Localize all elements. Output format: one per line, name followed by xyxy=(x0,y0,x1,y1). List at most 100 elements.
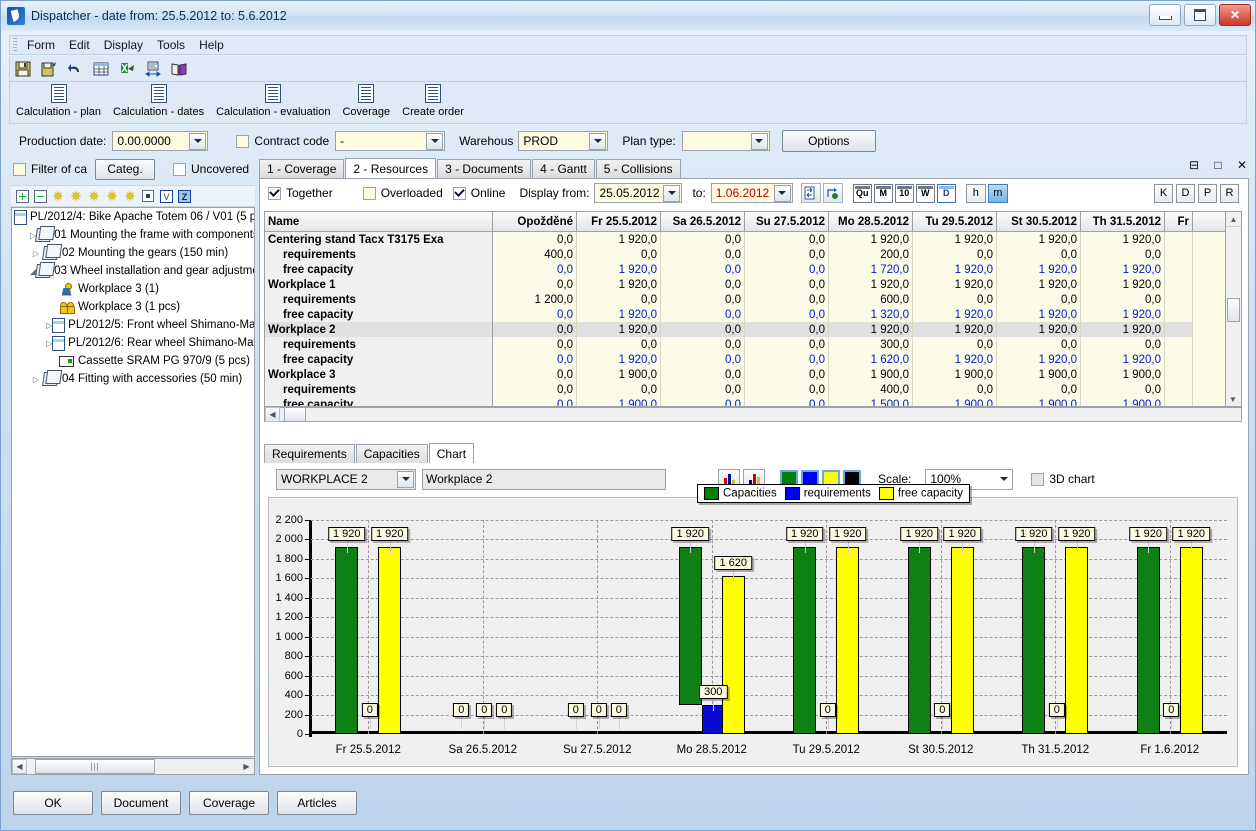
filter-of-ca-checkbox[interactable] xyxy=(13,162,26,176)
chevron-down-icon[interactable] xyxy=(397,470,414,488)
scroll-thumb[interactable]: ||| xyxy=(35,759,155,774)
tree-item[interactable]: Cassette SRAM PG 970/9 (5 pcs) xyxy=(12,352,254,370)
grid-column-header[interactable]: Name xyxy=(265,212,493,231)
tab-chart[interactable]: Chart xyxy=(428,443,475,463)
calculation-plan-button[interactable]: Calculation - plan xyxy=(10,82,107,118)
menu-item-edit[interactable]: Edit xyxy=(62,36,97,54)
maximize-button[interactable] xyxy=(1184,4,1216,26)
star-new-icon[interactable]: ✷ xyxy=(122,188,138,204)
create-order-button[interactable]: Create order xyxy=(396,82,470,118)
calculation-evaluation-button[interactable]: Calculation - evaluation xyxy=(210,82,336,118)
table-row[interactable]: free capacity 0,0 1 920,0 0,0 0,0 1 320,0 1 92… xyxy=(265,307,1241,322)
tree-horizontal-scrollbar[interactable]: ◀ ||| ▶ xyxy=(11,758,255,775)
menu-item-help[interactable]: Help xyxy=(192,36,231,54)
grid-column-header[interactable]: Fr 25.5.2012 xyxy=(577,212,661,231)
scroll-down-arrow[interactable]: ▼ xyxy=(1226,392,1240,406)
save-as-icon[interactable] xyxy=(37,58,61,80)
table-row[interactable]: free capacity 0,0 1 920,0 0,0 0,0 1 720,0 1 92… xyxy=(265,262,1241,277)
chevron-down-icon[interactable] xyxy=(589,132,607,150)
tree-item[interactable]: ▷ PL/2012/6: Rear wheel Shimano-Mav xyxy=(12,334,254,352)
table-row[interactable]: requirements 0,0 0,0 0,0 0,0 400,0 0,0 0,0 0,0 xyxy=(265,382,1241,397)
action-button-k[interactable]: K xyxy=(1154,183,1173,203)
table-row[interactable]: requirements 0,0 0,0 0,0 0,0 300,0 0,0 0,0 0,0 xyxy=(265,337,1241,352)
star-add-icon[interactable]: ✷ xyxy=(68,188,84,204)
tree-item[interactable]: ◢ 03 Wheel installation and gear adjustme… xyxy=(12,262,254,280)
minimize-button[interactable] xyxy=(1149,4,1181,26)
scroll-up-arrow[interactable]: ▲ xyxy=(1226,212,1241,227)
expand-all-icon[interactable] xyxy=(14,188,30,204)
tab-5-collisions[interactable]: 5 - Collisions xyxy=(595,159,681,178)
display-from-combo[interactable]: 25.05.2012 xyxy=(594,183,683,203)
table-row[interactable]: free capacity 0,0 1 920,0 0,0 0,0 1 620,0 1 92… xyxy=(265,352,1241,367)
together-checkbox[interactable] xyxy=(268,186,281,200)
period-button-w[interactable]: W xyxy=(915,183,935,203)
menu-item-form[interactable]: Form xyxy=(20,36,62,54)
menu-item-tools[interactable]: Tools xyxy=(150,36,192,54)
period-button-10[interactable]: 10 xyxy=(894,183,914,203)
scroll-right-arrow[interactable]: ▶ xyxy=(239,759,254,774)
close-button[interactable]: ✕ xyxy=(1219,4,1251,26)
table-row[interactable]: Workplace 2 0,0 1 920,0 0,0 0,0 1 920,0 1 920,… xyxy=(265,322,1241,337)
export-excel-icon[interactable] xyxy=(115,58,139,80)
scroll-thumb[interactable] xyxy=(1227,298,1240,322)
tree-item[interactable]: ▷ 02 Mounting the gears (150 min) xyxy=(12,244,254,262)
coverage-button-bottom[interactable]: Coverage xyxy=(189,791,269,815)
table-row[interactable]: Workplace 3 0,0 1 900,0 0,0 0,0 1 900,0 1 900,… xyxy=(265,367,1241,382)
production-date-combo[interactable]: 0.00.0000 xyxy=(112,131,209,151)
collapse-all-icon[interactable] xyxy=(32,188,48,204)
table-row[interactable]: requirements 400,0 0,0 0,0 0,0 200,0 0,0 0,0 0,0 xyxy=(265,247,1241,262)
articles-button[interactable]: Articles xyxy=(277,791,357,815)
restore-icon[interactable]: ⊟ xyxy=(1187,158,1201,172)
book-icon[interactable] xyxy=(167,58,191,80)
ok-button[interactable]: OK xyxy=(13,791,93,815)
table-row[interactable]: Centering stand Tacx T3175 Exa 0,0 1 920,0… xyxy=(265,232,1241,247)
tree-item[interactable]: Workplace 3 (1 pcs) xyxy=(12,298,254,316)
chevron-down-icon[interactable] xyxy=(189,132,207,150)
scroll-left-arrow[interactable]: ◀ xyxy=(265,407,280,422)
workplace-select[interactable]: WORKPLACE 2 xyxy=(276,468,416,490)
online-checkbox[interactable] xyxy=(452,186,466,200)
tree-item[interactable]: PL/2012/4: Bike Apache Totem 06 / V01 (5… xyxy=(12,208,254,226)
contract-code-checkbox[interactable] xyxy=(236,134,250,148)
star-icon[interactable]: ✷ xyxy=(50,188,66,204)
undo-icon[interactable] xyxy=(63,58,87,80)
refresh-icon[interactable] xyxy=(800,183,821,203)
table-row[interactable]: free capacity 0,0 1 900,0 0,0 0,0 1 500,0 1 90… xyxy=(265,397,1241,406)
grid-horizontal-scrollbar[interactable]: ◀ xyxy=(264,407,1242,422)
plan-type-combo[interactable] xyxy=(681,131,770,151)
calculation-dates-button[interactable]: Calculation - dates xyxy=(107,82,210,118)
coverage-button[interactable]: Coverage xyxy=(336,82,396,118)
grid-column-header[interactable]: Opožděné xyxy=(493,212,577,231)
menu-item-display[interactable]: Display xyxy=(97,36,150,54)
grid-column-header[interactable]: Sa 26.5.2012 xyxy=(661,212,745,231)
unit-button-m[interactable]: m xyxy=(987,183,1008,203)
period-button-d[interactable]: D xyxy=(936,183,956,203)
table-row[interactable]: requirements 1 200,0 0,0 0,0 0,0 600,0 0,0 0,0 0… xyxy=(265,292,1241,307)
tab-1-coverage[interactable]: 1 - Coverage xyxy=(259,159,345,178)
tab-capacities[interactable]: Capacities xyxy=(355,444,428,463)
document-button[interactable]: Document xyxy=(101,791,181,815)
grid-body[interactable]: Centering stand Tacx T3175 Exa 0,0 1 920,0… xyxy=(265,232,1241,406)
action-button-p[interactable]: P xyxy=(1198,183,1217,203)
tree-expander-icon[interactable]: ▷ xyxy=(30,249,42,258)
tree-item[interactable]: ▷ 01 Mounting the frame with components xyxy=(12,226,254,244)
fit-width-icon[interactable] xyxy=(141,58,165,80)
warehouse-combo[interactable]: PROD xyxy=(518,131,609,151)
tab-4-gantt[interactable]: 4 - Gantt xyxy=(532,159,595,178)
tree-item[interactable]: Workplace 3 (1) xyxy=(12,280,254,298)
chevron-down-icon[interactable] xyxy=(750,132,768,150)
chevron-down-icon[interactable] xyxy=(663,184,681,202)
chevron-down-icon[interactable] xyxy=(996,472,1011,487)
tree-item[interactable]: ▷ 04 Fitting with accessories (50 min) xyxy=(12,370,254,388)
grid-column-header[interactable]: Fr xyxy=(1165,212,1193,231)
maximize-icon[interactable]: □ xyxy=(1211,158,1225,172)
grid-column-header[interactable]: Th 31.5.2012 xyxy=(1081,212,1165,231)
recalculate-icon[interactable] xyxy=(822,183,843,203)
categ-button[interactable]: Categ. xyxy=(95,158,156,180)
to-combo[interactable]: 1.06.2012 xyxy=(710,183,793,203)
scroll-left-arrow[interactable]: ◀ xyxy=(12,759,27,774)
overloaded-checkbox[interactable] xyxy=(362,186,376,200)
z-sort-icon[interactable]: Z xyxy=(176,188,192,204)
3d-chart-checkbox[interactable] xyxy=(1031,472,1045,486)
grid-vertical-scrollbar[interactable]: ▲ ▼ xyxy=(1225,212,1241,406)
